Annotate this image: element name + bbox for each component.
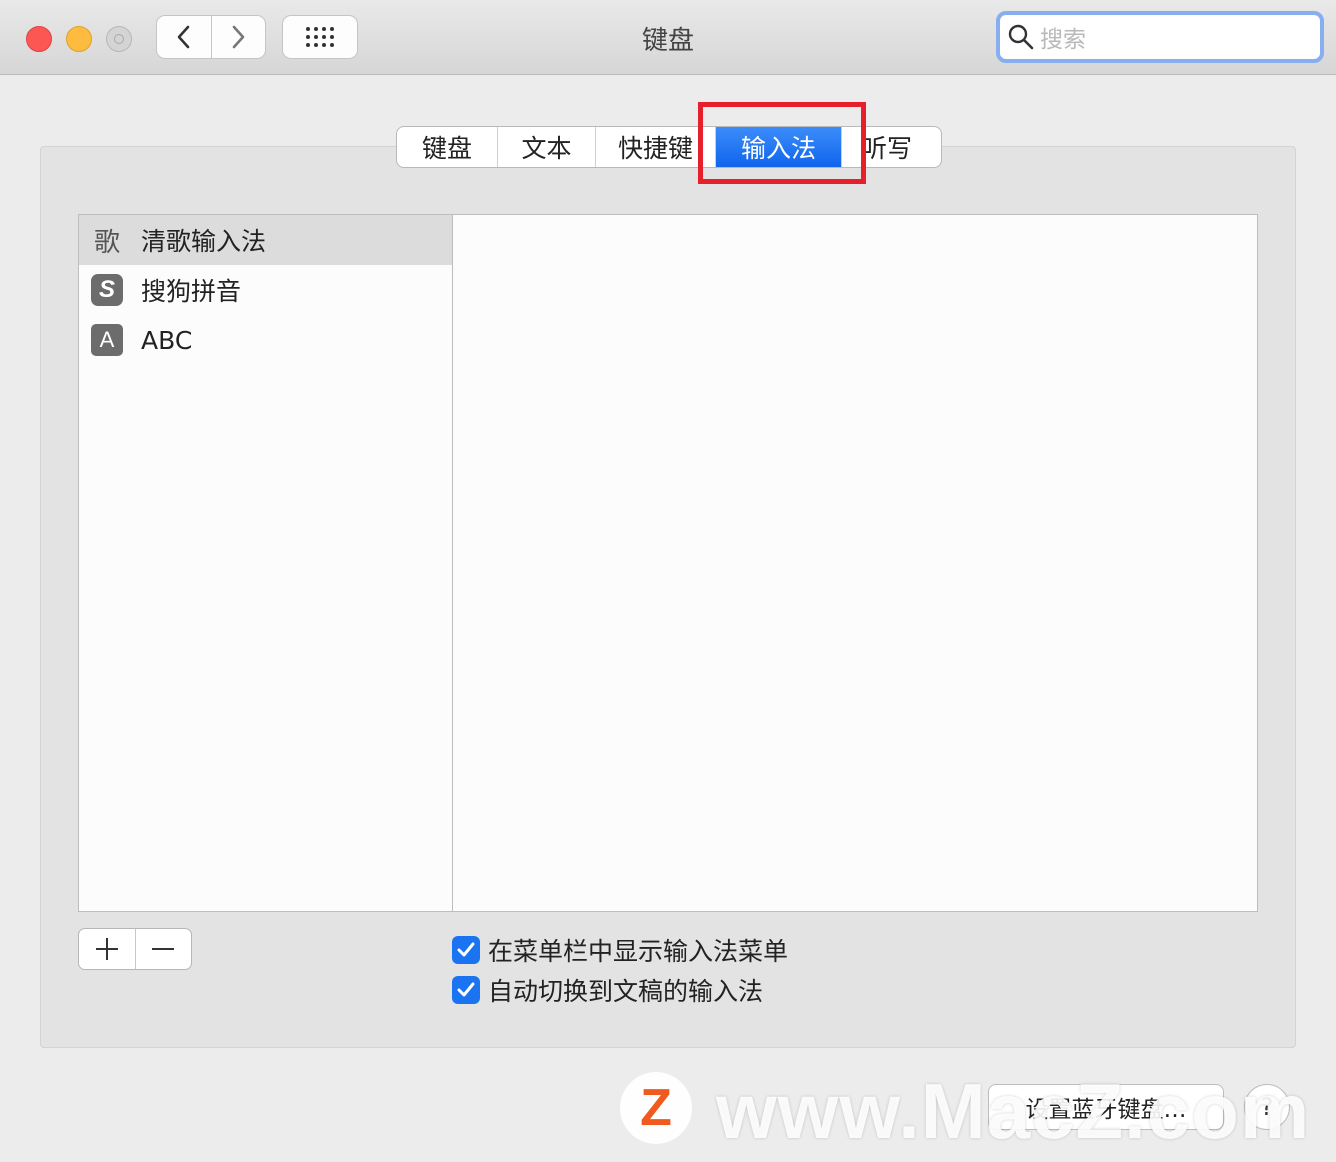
tab-text[interactable]: 文本 xyxy=(497,127,595,167)
show-input-menu-option[interactable]: 在菜单栏中显示输入法菜单 xyxy=(452,932,788,968)
back-button[interactable] xyxy=(157,16,211,58)
add-input-source-button[interactable] xyxy=(79,929,135,969)
search-field[interactable]: 搜索 xyxy=(996,11,1324,63)
window-title: 键盘 xyxy=(641,26,694,56)
tab-keyboard[interactable]: 键盘 xyxy=(397,127,497,167)
navigation-buttons xyxy=(156,15,266,59)
input-source-list: 歌 清歌输入法 S 搜狗拼音 A ABC xyxy=(78,214,454,912)
auto-switch-label: 自动切换到文稿的输入法 xyxy=(488,977,764,1006)
show-all-button[interactable] xyxy=(282,15,358,59)
list-item-label: ABC xyxy=(141,325,193,355)
search-icon xyxy=(1008,24,1034,50)
list-item-label: 清歌输入法 xyxy=(141,227,267,256)
list-item-qingge[interactable]: 歌 清歌输入法 xyxy=(79,215,453,265)
watermark-logo: Z xyxy=(620,1072,692,1144)
remove-input-source-button[interactable] xyxy=(134,929,192,969)
checkmark-icon xyxy=(457,942,475,957)
chevron-left-icon xyxy=(177,25,190,49)
title-bar: 键盘 搜索 xyxy=(0,0,1336,75)
add-remove-control xyxy=(78,928,192,970)
sogou-icon: S xyxy=(91,274,123,306)
list-item-sogou[interactable]: S 搜狗拼音 xyxy=(79,265,453,315)
search-placeholder: 搜索 xyxy=(1040,27,1086,53)
minus-icon xyxy=(152,948,175,950)
show-input-menu-label: 在菜单栏中显示输入法菜单 xyxy=(488,937,789,966)
plus-icon xyxy=(95,938,118,960)
auto-switch-option[interactable]: 自动切换到文稿的输入法 xyxy=(452,972,763,1008)
qingge-icon: 歌 xyxy=(93,227,120,258)
chevron-right-icon xyxy=(232,25,245,49)
close-window-button[interactable] xyxy=(26,26,52,52)
checkmark-icon xyxy=(457,982,475,997)
abc-icon: A xyxy=(91,324,123,356)
highlight-box xyxy=(698,102,866,184)
zoom-window-button[interactable] xyxy=(106,26,132,52)
show-input-menu-checkbox[interactable] xyxy=(452,936,480,964)
list-item-abc[interactable]: A ABC xyxy=(79,315,453,365)
watermark-text: www.MacZ.com xyxy=(716,1067,1311,1155)
tab-shortcuts[interactable]: 快捷键 xyxy=(595,127,715,167)
grid-icon xyxy=(306,27,334,47)
input-source-detail xyxy=(452,214,1258,912)
forward-button[interactable] xyxy=(210,16,266,58)
minimize-window-button[interactable] xyxy=(66,26,92,52)
list-item-label: 搜狗拼音 xyxy=(141,277,242,306)
auto-switch-checkbox[interactable] xyxy=(452,976,480,1004)
